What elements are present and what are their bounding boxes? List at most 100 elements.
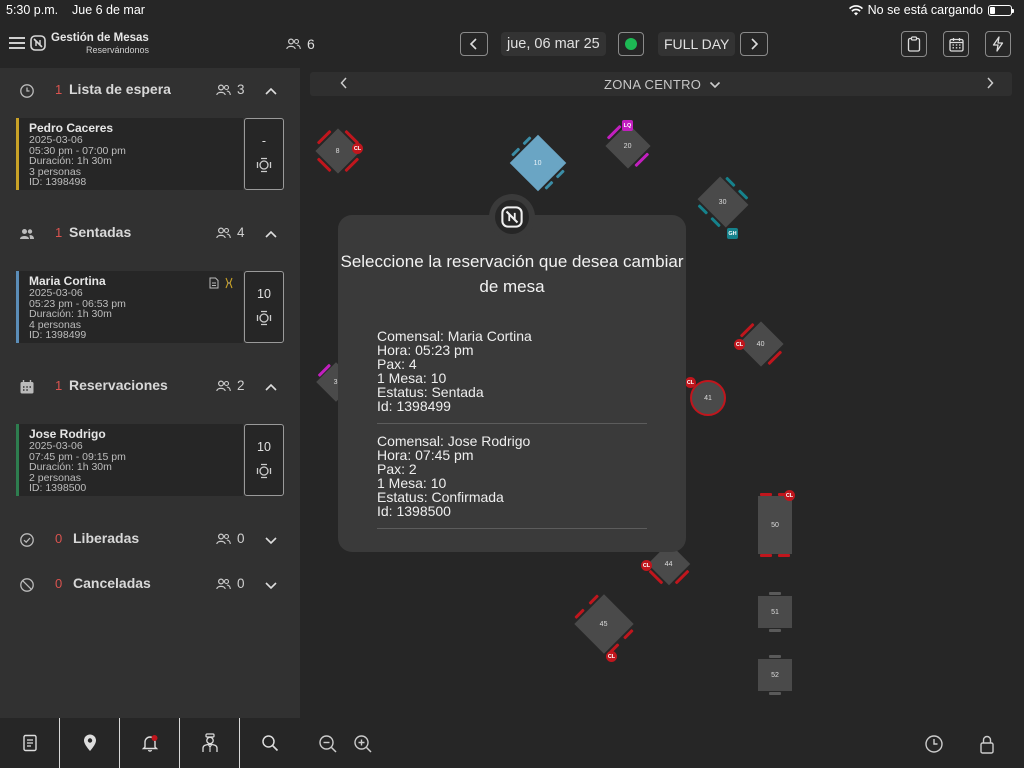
assign-table-box[interactable]: -	[244, 118, 284, 190]
table-badge: CL	[352, 143, 363, 154]
people-icon	[216, 577, 231, 589]
people-icon	[216, 226, 231, 238]
wifi-icon	[848, 4, 863, 15]
table-label: 20	[624, 142, 632, 150]
option-time: Hora: 07:45 pm	[377, 447, 474, 463]
nav-reservations-list[interactable]	[0, 718, 60, 768]
app-logo-icon	[501, 206, 523, 228]
prev-day-button[interactable]	[460, 32, 488, 56]
quick-actions-button[interactable]	[985, 31, 1011, 57]
system-status-bar: 5:30 p.m. Jue 6 de mar No se está cargan…	[0, 0, 1024, 20]
chevron-left-icon	[469, 38, 477, 50]
status-time: 5:30 p.m.	[6, 3, 59, 17]
table-icon	[256, 310, 272, 326]
prev-zone-icon[interactable]	[340, 77, 348, 89]
search-icon	[262, 735, 279, 752]
reservation-id: ID: 1398500	[29, 482, 87, 494]
map-table-50[interactable]: 50	[755, 493, 795, 557]
shift-selector[interactable]: FULL DAY	[658, 32, 736, 56]
next-zone-icon[interactable]	[986, 77, 994, 89]
nav-staff[interactable]	[180, 718, 240, 768]
section-cancelled[interactable]: 0 Canceladas 0	[0, 564, 300, 604]
option-guest: Comensal: Maria Cortina	[377, 328, 532, 344]
app-header: Gestión de Mesas Reservándonos 6 jue, 06…	[0, 20, 1024, 68]
status-indicator-button[interactable]	[618, 32, 644, 56]
clock-icon	[20, 84, 34, 98]
table-label: 8	[336, 147, 340, 155]
table-icon	[256, 463, 272, 479]
chevron-down-icon[interactable]	[264, 533, 278, 547]
nav-map[interactable]	[60, 718, 120, 768]
zone-selector-bar: ZONA CENTRO	[310, 72, 1012, 96]
option-id: Id: 1398499	[377, 398, 451, 414]
section-pax: 0	[216, 531, 245, 546]
section-waitlist[interactable]: 1 Lista de espera 3	[0, 70, 300, 110]
assign-table-box[interactable]: 10	[244, 271, 284, 343]
waiter-icon	[201, 733, 218, 752]
map-table-51[interactable]: 51	[756, 592, 794, 632]
reservation-card-waitlist[interactable]: Pedro Caceres 2025-03-06 05:30 pm - 07:0…	[16, 118, 243, 190]
change-table-dialog: Seleccione la reservación que desea camb…	[338, 215, 686, 552]
table-badge: CL	[641, 560, 652, 571]
history-clock-icon[interactable]	[924, 734, 944, 754]
divider	[377, 528, 647, 529]
nav-search[interactable]	[240, 718, 300, 768]
reservation-card-seated[interactable]: Maria Cortina 2025-03-06 05:23 pm - 06:5…	[16, 271, 243, 343]
reservation-date: 2025-03-06	[29, 287, 83, 299]
chevron-up-icon[interactable]	[264, 227, 278, 241]
cancel-circle-icon	[20, 578, 34, 592]
battery-text: No se está cargando	[867, 3, 983, 17]
reservations-panel: 1 Lista de espera 3 Pedro Caceres 2025-0…	[0, 68, 300, 718]
map-table-10[interactable]: 10	[503, 128, 574, 199]
nav-notifications[interactable]	[120, 718, 180, 768]
zone-dropdown[interactable]: ZONA CENTRO	[604, 77, 721, 92]
option-time: Hora: 05:23 pm	[377, 342, 474, 358]
table-label: 10	[534, 159, 542, 167]
section-pax: 3	[216, 82, 245, 97]
chevron-up-icon[interactable]	[264, 84, 278, 98]
dialog-title: Seleccione la reservación que desea camb…	[340, 252, 684, 296]
section-title: Liberadas	[73, 530, 140, 546]
zoom-out-icon[interactable]	[318, 734, 338, 754]
chevron-down-icon	[710, 81, 721, 88]
map-table-52[interactable]: 52	[756, 655, 794, 695]
section-count: 1	[55, 378, 63, 393]
app-brand: Gestión de Mesas Reservándonos	[51, 32, 149, 55]
clipboard-button[interactable]	[901, 31, 927, 57]
section-pax: 2	[216, 378, 245, 393]
map-table-45[interactable]: 45	[567, 587, 641, 661]
guest-counter: 6	[286, 36, 315, 52]
section-seated[interactable]: 1 Sentadas 4	[0, 213, 300, 253]
table-number: -	[261, 134, 267, 148]
section-reservations[interactable]: 1 Reservaciones 2	[0, 366, 300, 406]
chevron-down-icon[interactable]	[264, 578, 278, 592]
map-table-30[interactable]: 30	[690, 169, 755, 234]
table-label: 41	[704, 394, 712, 402]
table-label: 51	[771, 608, 779, 616]
reservation-option-1[interactable]: Comensal: Maria Cortina Hora: 05:23 pm P…	[377, 329, 647, 413]
table-number: 10	[257, 440, 271, 454]
zoom-in-icon[interactable]	[353, 734, 373, 754]
chevron-up-icon[interactable]	[264, 380, 278, 394]
divider	[377, 423, 647, 424]
menu-icon[interactable]	[9, 37, 25, 49]
table-icon	[256, 157, 272, 173]
table-badge: CL	[734, 339, 745, 350]
next-day-button[interactable]	[740, 32, 768, 56]
assign-table-box[interactable]: 10	[244, 424, 284, 496]
note-icon	[209, 277, 219, 289]
section-title: Reservaciones	[69, 377, 168, 393]
status-date: Jue 6 de mar	[72, 3, 145, 17]
people-icon	[286, 38, 301, 50]
reservation-card-confirmed[interactable]: Jose Rodrigo 2025-03-06 07:45 pm - 09:15…	[16, 424, 243, 496]
reservation-option-2[interactable]: Comensal: Jose Rodrigo Hora: 07:45 pm Pa…	[377, 434, 647, 518]
lock-icon[interactable]	[977, 734, 997, 754]
date-selector[interactable]: jue, 06 mar 25	[501, 32, 606, 56]
calendar-button[interactable]	[943, 31, 969, 57]
option-pax: Pax: 2	[377, 461, 417, 477]
option-id: Id: 1398500	[377, 503, 451, 519]
section-released[interactable]: 0 Liberadas 0	[0, 519, 300, 559]
bell-icon	[141, 735, 158, 752]
table-label: 44	[665, 560, 673, 568]
reservation-duration: Duración: 1h 30m	[29, 461, 112, 473]
